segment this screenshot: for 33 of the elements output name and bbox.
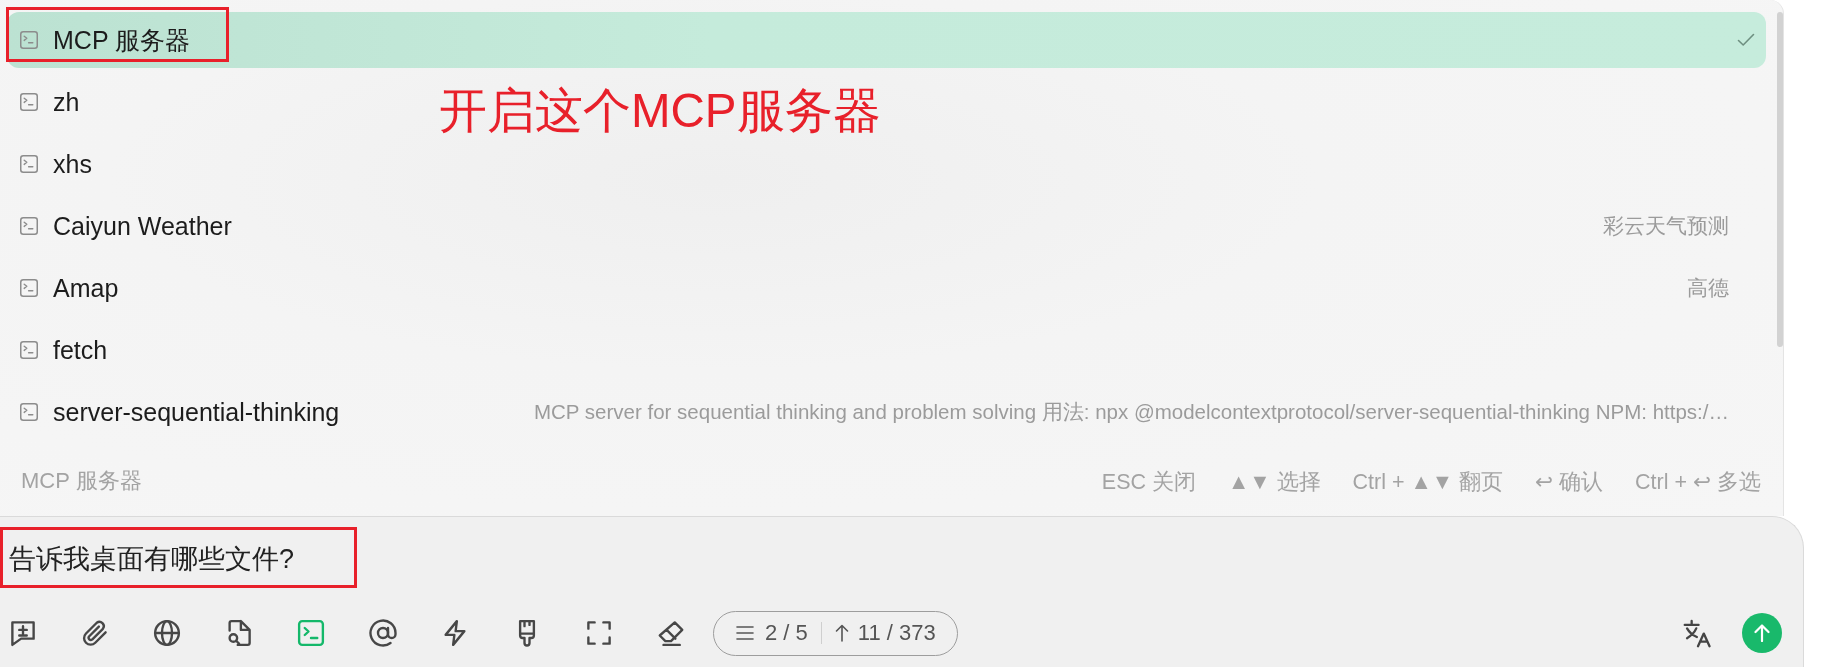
keyboard-hint: Ctrl + ↩ 多选 <box>1635 468 1761 496</box>
server-name: MCP 服务器 <box>53 24 191 56</box>
terminal-icon <box>20 403 38 421</box>
keyboard-hint: ↩ 确认 <box>1535 468 1604 496</box>
terminal-icon <box>20 31 38 49</box>
terminal-icon <box>20 341 38 359</box>
scrollbar[interactable] <box>1777 12 1783 347</box>
server-name[interactable]: xhs <box>53 149 92 179</box>
keyboard-hint: ▲▼ 选择 <box>1228 468 1321 496</box>
keyboard-hint: ESC 关闭 <box>1101 468 1197 496</box>
server-name[interactable]: fetch <box>53 335 108 365</box>
server-name[interactable]: zh <box>53 87 80 117</box>
list-icon <box>736 625 754 641</box>
server-name[interactable]: server-sequential-thinking <box>53 397 340 427</box>
server-name[interactable]: Caiyun Weather <box>53 211 232 241</box>
annotation-text: 开启这个MCP服务器 <box>439 85 881 138</box>
message-input[interactable]: 告诉我桌面有哪些文件? <box>0 542 1803 576</box>
terminal-icon <box>20 279 38 297</box>
token-count: 11 / 373 <box>857 620 936 646</box>
arrow-up-icon <box>1754 624 1770 642</box>
server-description: MCP server for sequential thinking and problem solving 用法: npx @modelcontextprotocol/server-sequential-thinking NPM: https:/… <box>532 399 1729 425</box>
message-count: 2 / 5 <box>765 620 808 646</box>
keyboard-hint: Ctrl + ▲▼ 翻页 <box>1352 468 1504 496</box>
terminal-icon <box>20 217 38 235</box>
send-button[interactable] <box>1742 613 1782 653</box>
server-description: 高德 <box>1686 275 1729 301</box>
terminal-icon <box>20 155 38 173</box>
server-description: 彩云天气预测 <box>1602 213 1729 239</box>
server-name[interactable]: Amap <box>53 273 119 303</box>
footer-title: MCP 服务器 <box>21 467 142 495</box>
terminal-icon <box>20 93 38 111</box>
translate-icon <box>1683 618 1713 648</box>
arrow-up-icon <box>834 624 849 642</box>
